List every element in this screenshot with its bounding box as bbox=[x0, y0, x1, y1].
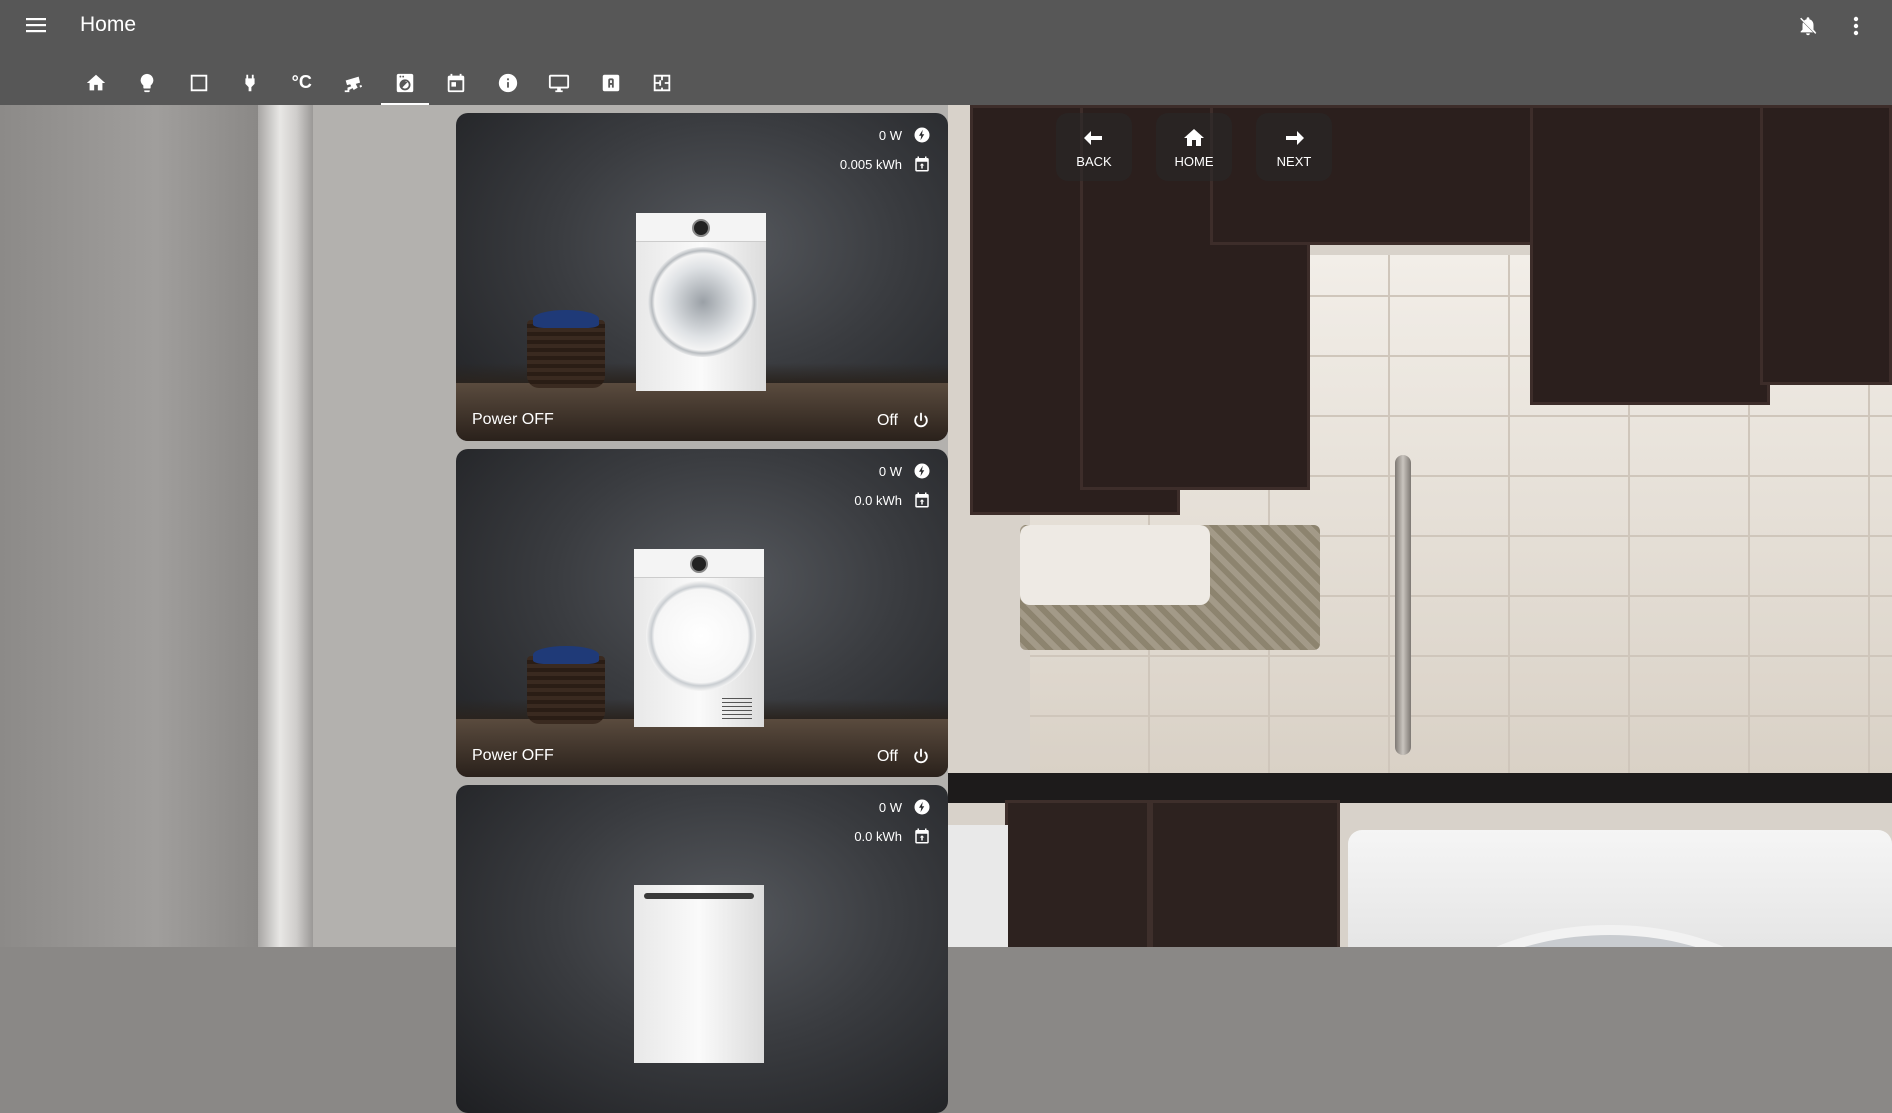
lightbulb-icon bbox=[140, 73, 154, 92]
card-state: Off bbox=[877, 410, 932, 432]
tab-laundry[interactable] bbox=[379, 60, 431, 105]
home-label: HOME bbox=[1174, 153, 1214, 169]
view-tabs: °C bbox=[70, 60, 688, 105]
next-button[interactable]: NEXT bbox=[1256, 113, 1332, 181]
power-stat: 0 W bbox=[879, 125, 932, 145]
energy-value: 0.005 kWh bbox=[839, 156, 902, 172]
menu-icon[interactable] bbox=[20, 12, 52, 38]
celsius-icon: °C bbox=[291, 72, 312, 92]
tab-windows[interactable] bbox=[173, 60, 225, 105]
state-value: Off bbox=[876, 748, 898, 765]
dishwasher-image bbox=[634, 885, 764, 1063]
flash-icon bbox=[912, 797, 932, 817]
calendar-today-icon bbox=[912, 826, 932, 846]
tab-home[interactable] bbox=[70, 60, 122, 105]
tab-media[interactable] bbox=[534, 60, 586, 105]
page-title: Home bbox=[80, 13, 137, 36]
floor-plan-icon bbox=[654, 74, 671, 91]
card-state: Off bbox=[877, 746, 932, 768]
card-label: Power OFF bbox=[472, 747, 554, 764]
basket-image bbox=[527, 320, 605, 388]
energy-stat: 0.0 kWh bbox=[854, 490, 932, 510]
arrow-right-icon bbox=[1286, 130, 1304, 145]
info-icon bbox=[498, 73, 517, 92]
card-label: Power OFF bbox=[472, 411, 554, 428]
app-header: Home °C bbox=[0, 0, 1892, 105]
tab-plugs[interactable] bbox=[225, 60, 277, 105]
home-icon bbox=[1184, 128, 1204, 146]
cctv-icon bbox=[345, 76, 363, 92]
power-stat: 0 W bbox=[879, 797, 932, 817]
monitor-icon bbox=[549, 74, 570, 92]
tab-floorplan[interactable] bbox=[637, 60, 689, 105]
back-button[interactable]: BACK bbox=[1056, 113, 1132, 181]
power-icon[interactable] bbox=[910, 410, 932, 432]
tab-automation[interactable] bbox=[585, 60, 637, 105]
bell-icon[interactable] bbox=[1794, 12, 1822, 40]
dryer-image bbox=[634, 549, 764, 727]
power-value: 0 W bbox=[878, 127, 902, 143]
tab-climate[interactable]: °C bbox=[276, 60, 328, 105]
energy-value: 0.0 kWh bbox=[854, 828, 902, 844]
energy-stat: 0.0 kWh bbox=[854, 826, 932, 846]
alpha-a-box-icon bbox=[602, 74, 619, 91]
power-plug-icon bbox=[245, 74, 255, 91]
tab-cameras[interactable] bbox=[328, 60, 380, 105]
power-value: 0 W bbox=[878, 463, 902, 479]
calendar-today-icon bbox=[912, 490, 932, 510]
energy-stat: 0.005 kWh bbox=[840, 154, 932, 174]
tab-lights[interactable] bbox=[122, 60, 174, 105]
power-icon[interactable] bbox=[910, 746, 932, 768]
calendar-icon bbox=[448, 73, 465, 92]
washing-machine-image bbox=[636, 213, 766, 391]
tab-info[interactable] bbox=[482, 60, 534, 105]
home-icon bbox=[86, 74, 105, 90]
flash-icon bbox=[912, 125, 932, 145]
next-label: NEXT bbox=[1276, 153, 1312, 169]
arrow-left-icon bbox=[1084, 130, 1102, 145]
dryer-card[interactable]: 0 W 0.0 kWh Power OFF Off bbox=[456, 449, 948, 777]
power-value: 0 W bbox=[878, 799, 902, 815]
home-button[interactable]: HOME bbox=[1156, 113, 1232, 181]
tab-calendar[interactable] bbox=[431, 60, 483, 105]
dots-vertical-icon[interactable] bbox=[1842, 12, 1870, 40]
dishwasher-card[interactable]: 0 W 0.0 kWh bbox=[456, 785, 948, 1113]
toolbar: Home bbox=[0, 0, 1892, 50]
flash-icon bbox=[912, 461, 932, 481]
washer-card[interactable]: 0 W 0.005 kWh Power OFF Off bbox=[456, 113, 948, 441]
back-label: BACK bbox=[1076, 153, 1112, 169]
power-stat: 0 W bbox=[879, 461, 932, 481]
basket-image bbox=[527, 656, 605, 724]
washing-machine-icon bbox=[396, 73, 413, 92]
calendar-today-icon bbox=[912, 154, 932, 174]
state-value: Off bbox=[876, 412, 898, 429]
energy-value: 0.0 kWh bbox=[854, 492, 902, 508]
square-icon bbox=[190, 74, 207, 91]
